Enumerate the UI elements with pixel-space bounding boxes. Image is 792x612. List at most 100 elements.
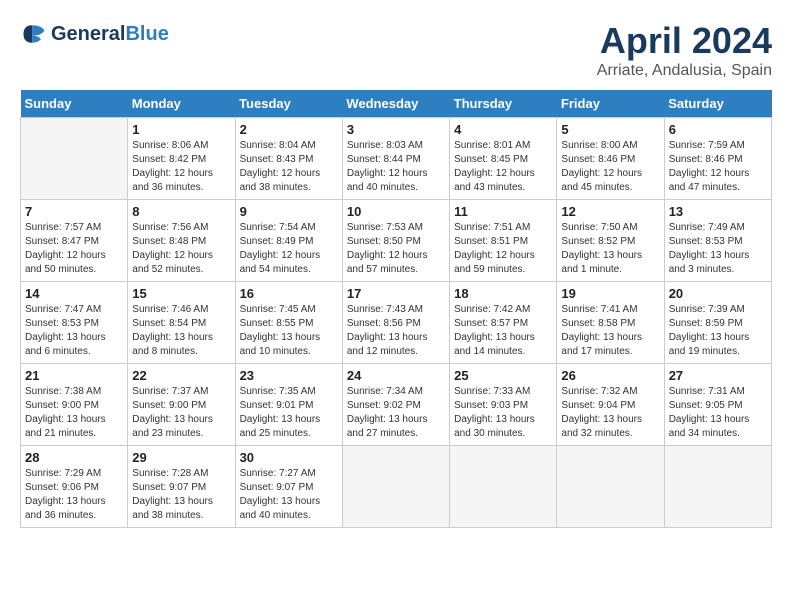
calendar-header: SundayMondayTuesdayWednesdayThursdayFrid… — [21, 90, 772, 118]
cell-info: Sunrise: 7:50 AMSunset: 8:52 PMDaylight:… — [561, 221, 659, 277]
cell-info: Sunrise: 7:41 AMSunset: 8:58 PMDaylight:… — [561, 303, 659, 359]
day-number: 18 — [454, 286, 552, 301]
cell-info: Sunrise: 7:33 AMSunset: 9:03 PMDaylight:… — [454, 385, 552, 441]
calendar-cell: 6Sunrise: 7:59 AMSunset: 8:46 PMDaylight… — [664, 118, 771, 200]
day-number: 28 — [25, 450, 123, 465]
calendar-cell: 11Sunrise: 7:51 AMSunset: 8:51 PMDayligh… — [450, 200, 557, 282]
day-number: 29 — [132, 450, 230, 465]
day-number: 22 — [132, 368, 230, 383]
calendar-cell: 9Sunrise: 7:54 AMSunset: 8:49 PMDaylight… — [235, 200, 342, 282]
day-number: 20 — [669, 286, 767, 301]
calendar-week-2: 7 Sunrise: 7:57 AMSunset: 8:47 PMDaylight… — [21, 200, 772, 282]
cell-info: Sunrise: 7:35 AMSunset: 9:01 PMDaylight:… — [240, 385, 338, 441]
calendar-week-1: 1 Sunrise: 8:06 AMSunset: 8:42 PMDaylight… — [21, 118, 772, 200]
cell-info: Sunrise: 7:39 AMSunset: 8:59 PMDaylight:… — [669, 303, 767, 359]
cell-info: Sunrise: 7:29 AMSunset: 9:06 PMDaylight:… — [25, 467, 123, 523]
calendar-cell: 2 Sunrise: 8:04 AMSunset: 8:43 PMDaylight… — [235, 118, 342, 200]
calendar-cell: 20 Sunrise: 7:39 AMSunset: 8:59 PMDayligh… — [664, 282, 771, 364]
calendar-cell: 25 Sunrise: 7:33 AMSunset: 9:03 PMDayligh… — [450, 364, 557, 446]
calendar-cell: 22Sunrise: 7:37 AMSunset: 9:00 PMDayligh… — [128, 364, 235, 446]
cell-info: Sunrise: 7:38 AMSunset: 9:00 PMDaylight:… — [25, 385, 123, 441]
calendar-cell — [342, 446, 449, 528]
day-number: 14 — [25, 286, 123, 301]
day-number: 5 — [561, 122, 659, 137]
calendar-cell: 4Sunrise: 8:01 AMSunset: 8:45 PMDaylight… — [450, 118, 557, 200]
calendar-cell: 5 Sunrise: 8:00 AMSunset: 8:46 PMDaylight… — [557, 118, 664, 200]
day-number: 17 — [347, 286, 445, 301]
calendar-week-5: 28 Sunrise: 7:29 AMSunset: 9:06 PMDayligh… — [21, 446, 772, 528]
cell-info: Sunrise: 8:03 AMSunset: 8:44 PMDaylight:… — [347, 139, 445, 195]
calendar-cell: 7 Sunrise: 7:57 AMSunset: 8:47 PMDaylight… — [21, 200, 128, 282]
calendar-cell: 15 Sunrise: 7:46 AMSunset: 8:54 PMDayligh… — [128, 282, 235, 364]
logo-text: GeneralBlue — [51, 23, 169, 45]
calendar-cell: 29 Sunrise: 7:28 AMSunset: 9:07 PMDayligh… — [128, 446, 235, 528]
calendar-cell: 10 Sunrise: 7:53 AMSunset: 8:50 PMDayligh… — [342, 200, 449, 282]
cell-info: Sunrise: 8:00 AMSunset: 8:46 PMDaylight:… — [561, 139, 659, 195]
logo: GeneralBlue — [20, 20, 169, 48]
weekday-saturday: Saturday — [664, 90, 771, 118]
calendar-cell: 8 Sunrise: 7:56 AMSunset: 8:48 PMDaylight… — [128, 200, 235, 282]
cell-info: Sunrise: 8:04 AMSunset: 8:43 PMDaylight:… — [240, 139, 338, 195]
cell-info: Sunrise: 7:56 AMSunset: 8:48 PMDaylight:… — [132, 221, 230, 277]
day-number: 2 — [240, 122, 338, 137]
day-number: 8 — [132, 204, 230, 219]
calendar-table: SundayMondayTuesdayWednesdayThursdayFrid… — [20, 90, 772, 528]
cell-info: Sunrise: 7:27 AMSunset: 9:07 PMDaylight:… — [240, 467, 338, 523]
calendar-cell: 21 Sunrise: 7:38 AMSunset: 9:00 PMDayligh… — [21, 364, 128, 446]
day-number: 19 — [561, 286, 659, 301]
calendar-cell: 17Sunrise: 7:43 AMSunset: 8:56 PMDayligh… — [342, 282, 449, 364]
day-number: 25 — [454, 368, 552, 383]
cell-info: Sunrise: 7:34 AMSunset: 9:02 PMDaylight:… — [347, 385, 445, 441]
calendar-cell — [21, 118, 128, 200]
cell-info: Sunrise: 7:47 AMSunset: 8:53 PMDaylight:… — [25, 303, 123, 359]
calendar-cell: 1 Sunrise: 8:06 AMSunset: 8:42 PMDaylight… — [128, 118, 235, 200]
cell-info: Sunrise: 7:46 AMSunset: 8:54 PMDaylight:… — [132, 303, 230, 359]
calendar-cell: 16 Sunrise: 7:45 AMSunset: 8:55 PMDayligh… — [235, 282, 342, 364]
calendar-cell: 18 Sunrise: 7:42 AMSunset: 8:57 PMDayligh… — [450, 282, 557, 364]
weekday-header-row: SundayMondayTuesdayWednesdayThursdayFrid… — [21, 90, 772, 118]
page-header: GeneralBlue April 2024 Arriate, Andalusi… — [20, 20, 772, 80]
calendar-cell: 27Sunrise: 7:31 AMSunset: 9:05 PMDayligh… — [664, 364, 771, 446]
cell-info: Sunrise: 7:28 AMSunset: 9:07 PMDaylight:… — [132, 467, 230, 523]
cell-info: Sunrise: 7:42 AMSunset: 8:57 PMDaylight:… — [454, 303, 552, 359]
weekday-sunday: Sunday — [21, 90, 128, 118]
calendar-week-3: 14 Sunrise: 7:47 AMSunset: 8:53 PMDayligh… — [21, 282, 772, 364]
calendar-cell: 3 Sunrise: 8:03 AMSunset: 8:44 PMDaylight… — [342, 118, 449, 200]
day-number: 7 — [25, 204, 123, 219]
cell-info: Sunrise: 7:45 AMSunset: 8:55 PMDaylight:… — [240, 303, 338, 359]
day-number: 13 — [669, 204, 767, 219]
cell-info: Sunrise: 7:54 AMSunset: 8:49 PMDaylight:… — [240, 221, 338, 277]
day-number: 16 — [240, 286, 338, 301]
day-number: 23 — [240, 368, 338, 383]
cell-info: Sunrise: 7:53 AMSunset: 8:50 PMDaylight:… — [347, 221, 445, 277]
day-number: 12 — [561, 204, 659, 219]
logo-icon — [20, 20, 48, 48]
calendar-title: April 2024 — [597, 20, 772, 62]
weekday-friday: Friday — [557, 90, 664, 118]
day-number: 24 — [347, 368, 445, 383]
cell-info: Sunrise: 7:51 AMSunset: 8:51 PMDaylight:… — [454, 221, 552, 277]
calendar-cell: 12 Sunrise: 7:50 AMSunset: 8:52 PMDayligh… — [557, 200, 664, 282]
calendar-subtitle: Arriate, Andalusia, Spain — [597, 62, 772, 80]
calendar-cell: 24 Sunrise: 7:34 AMSunset: 9:02 PMDayligh… — [342, 364, 449, 446]
calendar-cell: 28 Sunrise: 7:29 AMSunset: 9:06 PMDayligh… — [21, 446, 128, 528]
weekday-tuesday: Tuesday — [235, 90, 342, 118]
day-number: 21 — [25, 368, 123, 383]
calendar-cell: 30 Sunrise: 7:27 AMSunset: 9:07 PMDayligh… — [235, 446, 342, 528]
cell-info: Sunrise: 7:32 AMSunset: 9:04 PMDaylight:… — [561, 385, 659, 441]
calendar-cell — [664, 446, 771, 528]
day-number: 1 — [132, 122, 230, 137]
cell-info: Sunrise: 7:57 AMSunset: 8:47 PMDaylight:… — [25, 221, 123, 277]
calendar-cell: 14 Sunrise: 7:47 AMSunset: 8:53 PMDayligh… — [21, 282, 128, 364]
day-number: 10 — [347, 204, 445, 219]
cell-info: Sunrise: 8:06 AMSunset: 8:42 PMDaylight:… — [132, 139, 230, 195]
day-number: 30 — [240, 450, 338, 465]
day-number: 4 — [454, 122, 552, 137]
title-block: April 2024 Arriate, Andalusia, Spain — [597, 20, 772, 80]
weekday-wednesday: Wednesday — [342, 90, 449, 118]
cell-info: Sunrise: 7:49 AMSunset: 8:53 PMDaylight:… — [669, 221, 767, 277]
calendar-cell: 23 Sunrise: 7:35 AMSunset: 9:01 PMDayligh… — [235, 364, 342, 446]
cell-info: Sunrise: 7:59 AMSunset: 8:46 PMDaylight:… — [669, 139, 767, 195]
day-number: 15 — [132, 286, 230, 301]
day-number: 3 — [347, 122, 445, 137]
